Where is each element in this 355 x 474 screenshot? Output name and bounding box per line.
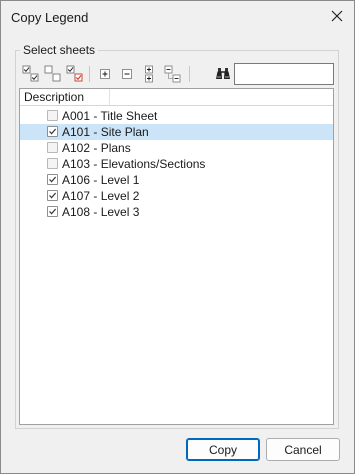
checkmark-icon: [49, 128, 57, 135]
check-all-icon[interactable]: [21, 64, 41, 84]
list-item[interactable]: A106 - Level 1: [20, 172, 333, 188]
find-binoculars-icon[interactable]: [213, 64, 233, 84]
sheet-label: A107 - Level 2: [62, 189, 140, 203]
sheet-list: Description A001 - Title Sheet A101 - Sit…: [19, 88, 334, 425]
list-item[interactable]: A001 - Title Sheet: [20, 108, 333, 124]
search-input[interactable]: [234, 63, 334, 85]
checkmark-icon: [49, 208, 57, 215]
sheet-label: A106 - Level 1: [62, 173, 140, 187]
expand-all-icon[interactable]: [95, 64, 115, 84]
toolbar-separator: [89, 66, 90, 82]
list-item[interactable]: A102 - Plans: [20, 140, 333, 156]
collapse-all-icon[interactable]: [117, 64, 137, 84]
cancel-button[interactable]: Cancel: [266, 438, 340, 461]
list-item[interactable]: A103 - Elevations/Sections: [20, 156, 333, 172]
column-header-description[interactable]: Description: [20, 89, 110, 105]
sheet-label: A102 - Plans: [62, 141, 131, 155]
collapse-selected-icon[interactable]: [163, 64, 183, 84]
sheet-checkbox[interactable]: [47, 190, 58, 201]
group-label: Select sheets: [20, 43, 99, 57]
list-item[interactable]: A107 - Level 2: [20, 188, 333, 204]
checkmark-icon: [49, 176, 57, 183]
sheet-label: A103 - Elevations/Sections: [62, 157, 206, 171]
sheet-checkbox[interactable]: [47, 174, 58, 185]
sheet-label: A001 - Title Sheet: [62, 109, 158, 123]
close-icon: [331, 10, 343, 22]
toolbar-separator: [189, 66, 190, 82]
uncheck-all-icon[interactable]: [43, 64, 63, 84]
dialog-title: Copy Legend: [11, 10, 89, 25]
sheet-checkbox[interactable]: [47, 110, 58, 121]
sheet-checkbox[interactable]: [47, 142, 58, 153]
sheet-checkbox[interactable]: [47, 126, 58, 137]
list-header: Description: [20, 89, 333, 106]
sheet-label: A101 - Site Plan: [62, 125, 149, 139]
list-item[interactable]: A108 - Level 3: [20, 204, 333, 220]
copy-button[interactable]: Copy: [186, 438, 260, 461]
list-item[interactable]: A101 - Site Plan: [20, 124, 333, 140]
sheet-checkbox[interactable]: [47, 158, 58, 169]
expand-selected-icon[interactable]: [139, 64, 159, 84]
sheet-label: A108 - Level 3: [62, 205, 140, 219]
title-bar: Copy Legend: [1, 1, 354, 33]
invert-check-icon[interactable]: [65, 64, 85, 84]
checkmark-icon: [49, 192, 57, 199]
sheet-checkbox[interactable]: [47, 206, 58, 217]
close-button[interactable]: [324, 5, 350, 27]
